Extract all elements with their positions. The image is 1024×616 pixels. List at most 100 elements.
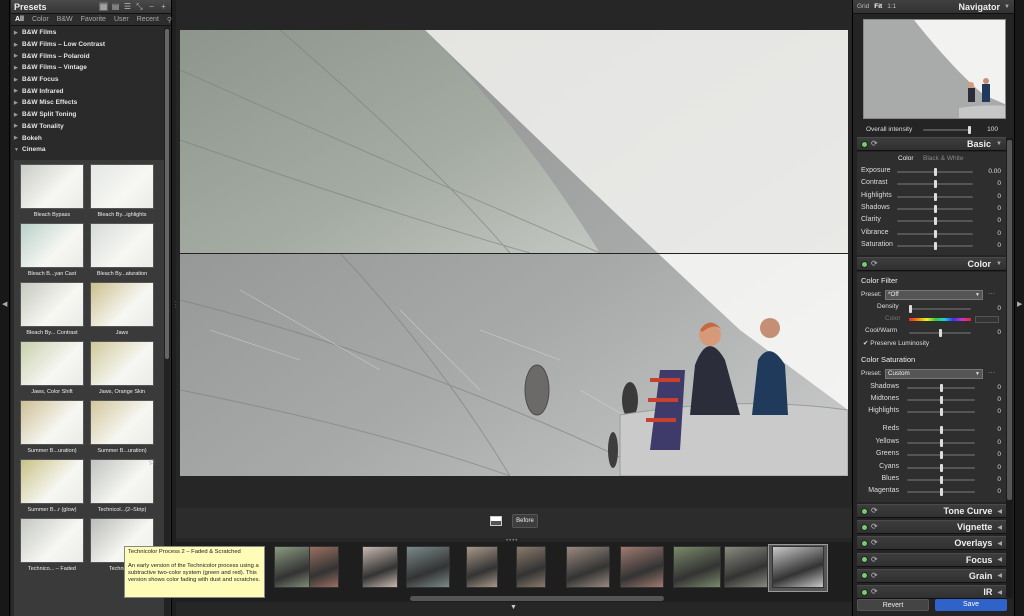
category-item[interactable]: ▶ B&W Films – Vintage xyxy=(11,62,164,74)
search-icon[interactable]: ⚲ xyxy=(167,16,172,24)
filmstrip-thumbnail[interactable] xyxy=(724,546,768,588)
slider-knob[interactable] xyxy=(934,229,937,238)
slider-knob[interactable] xyxy=(940,396,943,404)
reset-icon[interactable]: ⟳ xyxy=(871,507,879,515)
before-after-divider[interactable] xyxy=(180,253,848,254)
save-button[interactable]: Save xyxy=(935,599,1007,611)
filter-bw[interactable]: B&W xyxy=(57,16,73,23)
medium-view-icon[interactable]: ▤ xyxy=(111,2,120,11)
preset-thumbnail[interactable]: Jaws, Orange Skin xyxy=(84,339,154,397)
slider-knob[interactable] xyxy=(940,384,943,392)
collapsed-arrow-icon[interactable]: ◀ xyxy=(997,572,1002,579)
preset-menu-icon[interactable]: ⋯ xyxy=(988,369,995,377)
slider-knob[interactable] xyxy=(940,488,943,496)
navigator-preview[interactable] xyxy=(863,19,1006,119)
category-item[interactable]: ▶ B&W Films – Polaroid xyxy=(11,50,164,62)
preset-thumbnail[interactable]: Summer B...r (glow) xyxy=(14,457,84,515)
filmstrip-thumbnail[interactable] xyxy=(673,546,721,588)
reset-icon[interactable]: ⟳ xyxy=(871,140,879,148)
presets-scrollbar[interactable] xyxy=(164,27,170,616)
collapse-filmstrip-icon[interactable]: ▼ xyxy=(510,604,517,611)
filmstrip-thumbnail[interactable] xyxy=(406,546,450,588)
adjustment-slider[interactable] xyxy=(907,451,975,459)
chevron-down-icon[interactable]: ▼ xyxy=(975,291,980,299)
filter-user[interactable]: User xyxy=(114,16,129,23)
adjustment-slider[interactable] xyxy=(897,192,973,201)
right-edge-bar[interactable]: ▶ xyxy=(1014,0,1024,616)
slider-knob[interactable] xyxy=(940,439,943,447)
photo-viewer[interactable] xyxy=(180,30,848,476)
slider-knob[interactable] xyxy=(939,329,942,337)
adjustment-slider[interactable] xyxy=(907,396,975,404)
scrollbar-thumb[interactable] xyxy=(1007,140,1012,500)
filmstrip-thumbnail[interactable] xyxy=(566,546,610,588)
collapse-all-icon[interactable]: ⤡ xyxy=(135,2,144,11)
slider-knob[interactable] xyxy=(940,451,943,459)
section-header[interactable]: ⟳ Focus ◀ xyxy=(857,552,1006,567)
section-header[interactable]: ⟳ Tone Curve ◀ xyxy=(857,504,1006,518)
expanded-arrow-icon[interactable]: ▼ xyxy=(996,261,1002,267)
navigator-collapse-icon[interactable]: ▼ xyxy=(1004,4,1010,10)
filter-color[interactable]: Color xyxy=(32,16,49,23)
add-preset-icon[interactable]: + xyxy=(159,2,168,11)
preset-thumbnail[interactable]: Bleach B...yan Cast xyxy=(14,221,84,279)
collapsed-triangle-icon[interactable]: ▶ xyxy=(14,135,22,141)
preserve-luminosity-checkbox[interactable]: ✔ Preserve Luminosity xyxy=(863,339,929,347)
filmstrip-scrollbar[interactable] xyxy=(410,596,664,601)
slider-knob[interactable] xyxy=(940,464,943,472)
reset-icon[interactable]: ⟳ xyxy=(871,523,879,531)
slider-knob[interactable] xyxy=(934,168,937,176)
slider-knob[interactable] xyxy=(968,126,971,134)
collapsed-triangle-icon[interactable]: ▶ xyxy=(14,30,22,36)
collapsed-triangle-icon[interactable]: ▶ xyxy=(14,112,22,118)
slider-knob[interactable] xyxy=(909,305,912,313)
adjustment-slider[interactable] xyxy=(897,217,973,226)
remove-preset-icon[interactable]: − xyxy=(147,2,156,11)
slider-knob[interactable] xyxy=(940,476,943,484)
before-button[interactable]: Before xyxy=(512,514,538,528)
preset-thumbnail[interactable]: Bleach By...aturation xyxy=(84,221,154,279)
preset-thumbnail[interactable]: Bleach By... Contrast xyxy=(14,280,84,338)
collapsed-triangle-icon[interactable]: ▶ xyxy=(14,65,22,71)
adjustment-slider[interactable] xyxy=(907,408,975,416)
category-item[interactable]: ▶ Bokeh xyxy=(11,132,164,144)
category-item[interactable]: ▶ B&W Infrared xyxy=(11,85,164,97)
collapsed-arrow-icon[interactable]: ◀ xyxy=(997,524,1002,531)
preset-thumbnail[interactable]: Bleach By...ighlights xyxy=(84,162,154,220)
adjustment-slider[interactable] xyxy=(897,204,973,213)
power-toggle-icon[interactable] xyxy=(861,588,868,596)
preset-thumbnail[interactable]: Technico... – Faded xyxy=(14,516,84,574)
color-hue-slider[interactable] xyxy=(909,318,971,321)
collapsed-triangle-icon[interactable]: ▶ xyxy=(14,123,22,129)
scrollbar-thumb[interactable] xyxy=(165,29,169,359)
section-header[interactable]: ⟳ Overlays ◀ xyxy=(857,536,1006,551)
power-toggle-icon[interactable] xyxy=(861,507,868,515)
reset-icon[interactable]: ⟳ xyxy=(871,555,879,564)
power-toggle-icon[interactable] xyxy=(861,523,868,531)
preset-thumbnail[interactable]: Jaws, Color Shift xyxy=(14,339,84,397)
adjustment-slider[interactable] xyxy=(907,439,975,447)
reset-icon[interactable]: ⟳ xyxy=(871,539,879,547)
preset-thumbnail[interactable]: Bleach Bypass xyxy=(14,162,84,220)
category-item[interactable]: ▶ B&W Focus xyxy=(11,74,164,86)
adjustment-slider[interactable] xyxy=(909,305,971,313)
collapsed-arrow-icon[interactable]: ◀ xyxy=(997,508,1002,515)
adjustment-slider[interactable] xyxy=(907,384,975,392)
filmstrip-thumbnail[interactable] xyxy=(620,546,664,588)
section-header[interactable]: ⟳ IR ◀ xyxy=(857,585,1006,599)
adjustment-slider[interactable] xyxy=(897,229,973,238)
filmstrip-thumbnail[interactable] xyxy=(516,546,546,588)
power-toggle-icon[interactable] xyxy=(861,140,868,148)
collapsed-arrow-icon[interactable]: ◀ xyxy=(997,556,1002,563)
adjustment-slider[interactable] xyxy=(907,426,975,434)
preset-thumbnail[interactable]: Summer B...uration) xyxy=(84,398,154,456)
collapsed-triangle-icon[interactable]: ▶ xyxy=(14,53,22,59)
list-view-icon[interactable]: ☰ xyxy=(123,2,132,11)
reset-icon[interactable]: ⟳ xyxy=(871,571,879,580)
tab-black-white[interactable]: Black & White xyxy=(923,155,963,165)
section-header[interactable]: ⟳ Basic ▼ xyxy=(857,137,1006,151)
slider-knob[interactable] xyxy=(934,180,937,189)
collapsed-arrow-icon[interactable]: ◀ xyxy=(997,540,1002,547)
tab-color[interactable]: Color xyxy=(898,155,914,165)
zoom-fit[interactable]: Fit xyxy=(874,3,882,10)
